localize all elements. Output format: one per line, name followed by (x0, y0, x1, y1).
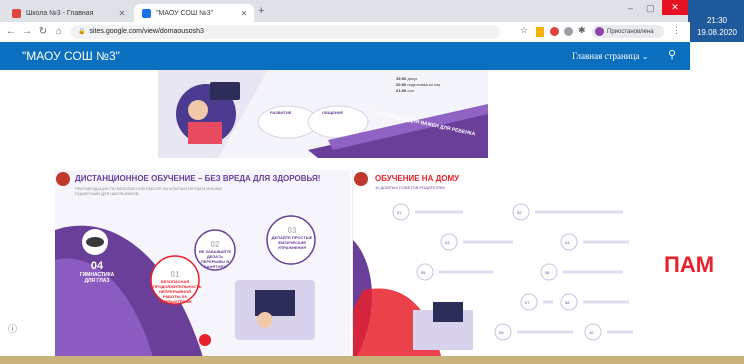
avatar (595, 27, 604, 36)
reload-icon[interactable]: ↻ (36, 24, 50, 40)
daily-routine-banner: РАЗВИТИЕ ОБЩЕНИЕ 19:00 досуг 20:00 подго… (158, 70, 488, 158)
poster-left-subtitle: РЕКОМЕНДАЦИИ ПО БЕЗОПАСНОЙ РАБОТЕ ЗА КОМ… (75, 186, 222, 196)
extension-gray-icon[interactable] (564, 27, 573, 36)
taskbar-clock-time: 21:30 (706, 16, 728, 25)
tip-number: 09 (499, 330, 504, 335)
poster-right-subtitle: 10 ДОБРЫХ СОВЕТОВ РОДИТЕЛЯМ (375, 185, 445, 190)
home-icon[interactable]: ⌂ (52, 24, 66, 40)
close-icon[interactable]: ✕ (238, 9, 250, 18)
lock-icon: 🔒 (78, 29, 86, 35)
page-content: РАЗВИТИЕ ОБЩЕНИЕ 19:00 досуг 20:00 подго… (0, 70, 690, 364)
home-learning-poster: ОБУЧЕНИЕ НА ДОМУ 10 ДОБРЫХ СОВЕТОВ РОДИТ… (352, 170, 637, 364)
schedule-times: 19:00 досуг 20:00 подготовка ко сну 21:0… (396, 76, 441, 93)
school-favicon-icon (12, 8, 21, 18)
poster-item-01: 01 БЕЗОПАСНАЯ ПРОДОЛЖИТЕЛЬНОСТЬ НЕПРЕРЫВ… (153, 270, 202, 304)
tip-number: 05 (421, 270, 426, 275)
tab-title: Школа №3 - Главная (26, 9, 94, 17)
poster-left-title: ДИСТАНЦИОННОЕ ОБУЧЕНИЕ – БЕЗ ВРЕДА ДЛЯ З… (75, 174, 321, 183)
nav-home-link[interactable]: Главная страница ⌄ (572, 51, 648, 61)
poster-item-02: 02 НЕ ЗАБЫВАЙТЕ ДЕЛАТЬ ПЕРЕРЫВЫ В ЗАНЯТИ… (198, 240, 232, 269)
tab-school-main[interactable]: Школа №3 - Главная ✕ (4, 4, 132, 22)
bookmark-extension-icon[interactable] (536, 27, 544, 37)
distance-learning-poster: ДИСТАНЦИОННОЕ ОБУЧЕНИЕ – БЕЗ ВРЕДА ДЛЯ З… (55, 170, 350, 364)
tip-number: 06 (545, 270, 550, 275)
poster-item-03: 03 ДЕЛАЙТЕ ПРОСТЫЕ ФИЗИЧЕСКИЕ УПРАЖНЕНИЯ (271, 226, 313, 250)
site-header: "МАОУ СОШ №3" Главная страница ⌄ ⚲ (0, 42, 690, 70)
poster-right-title: ОБУЧЕНИЕ НА ДОМУ (375, 174, 460, 183)
paused-label: Приостановлена (607, 28, 654, 35)
site-title[interactable]: "МАОУ СОШ №3" (22, 49, 120, 63)
tip-number: 10 (589, 330, 594, 335)
tip-number: 07 (525, 300, 530, 305)
taskbar-clock-date: 19.08.2020 (696, 28, 738, 37)
back-arrow-icon[interactable]: ← (4, 24, 18, 40)
tip-number: 02 (517, 210, 522, 215)
bottom-strip (0, 356, 744, 364)
menu-dots-icon[interactable]: ⋮ (672, 25, 681, 36)
extensions-puzzle-icon[interactable]: ✱ (578, 25, 586, 36)
chevron-down-icon: ⌄ (641, 52, 649, 61)
info-icon[interactable]: ⓘ (8, 322, 17, 335)
nav-home-label: Главная страница (572, 51, 640, 61)
profile-paused-button[interactable]: Приостановлена (592, 25, 664, 38)
tab-strip: Школа №3 - Главная ✕ "МАОУ СОШ №3" ✕ + –… (0, 0, 690, 22)
minimize-button[interactable]: – (628, 3, 633, 13)
close-window-button[interactable]: ✕ (662, 0, 688, 15)
tab-title: "МАОУ СОШ №3" (156, 9, 214, 17)
search-icon[interactable]: ⚲ (668, 48, 676, 61)
browser-toolbar: ← → ↻ ⌂ 🔒 sites.google.com/view/domaousos… (0, 22, 690, 43)
home-learning-illustration (353, 172, 633, 364)
tip-number: 08 (565, 300, 570, 305)
tab-maou-active[interactable]: "МАОУ СОШ №3" ✕ (134, 4, 254, 22)
tip-number: 03 (445, 240, 450, 245)
address-bar[interactable]: 🔒 sites.google.com/view/domaousosh3 (70, 25, 500, 39)
bubble-title-communication: ОБЩЕНИЕ (322, 110, 344, 115)
bubble-title-development: РАЗВИТИЕ (270, 110, 292, 115)
star-icon[interactable]: ☆ (520, 25, 528, 36)
side-heading: ПАМ (664, 252, 715, 277)
maximize-button[interactable]: ▢ (646, 3, 655, 14)
sites-favicon-icon (142, 8, 151, 18)
forward-arrow-icon[interactable]: → (20, 24, 34, 40)
close-icon[interactable]: ✕ (116, 9, 128, 18)
poster-item-04: 04 ГИМНАСТИКА ДЛЯ ГЛАЗ (79, 260, 115, 284)
extension-red-icon[interactable] (550, 27, 559, 36)
new-tab-button[interactable]: + (258, 5, 264, 17)
tip-number: 01 (397, 210, 402, 215)
url-text: sites.google.com/view/domaousosh3 (89, 28, 204, 35)
tip-number: 04 (565, 240, 570, 245)
side-panel (690, 42, 744, 356)
